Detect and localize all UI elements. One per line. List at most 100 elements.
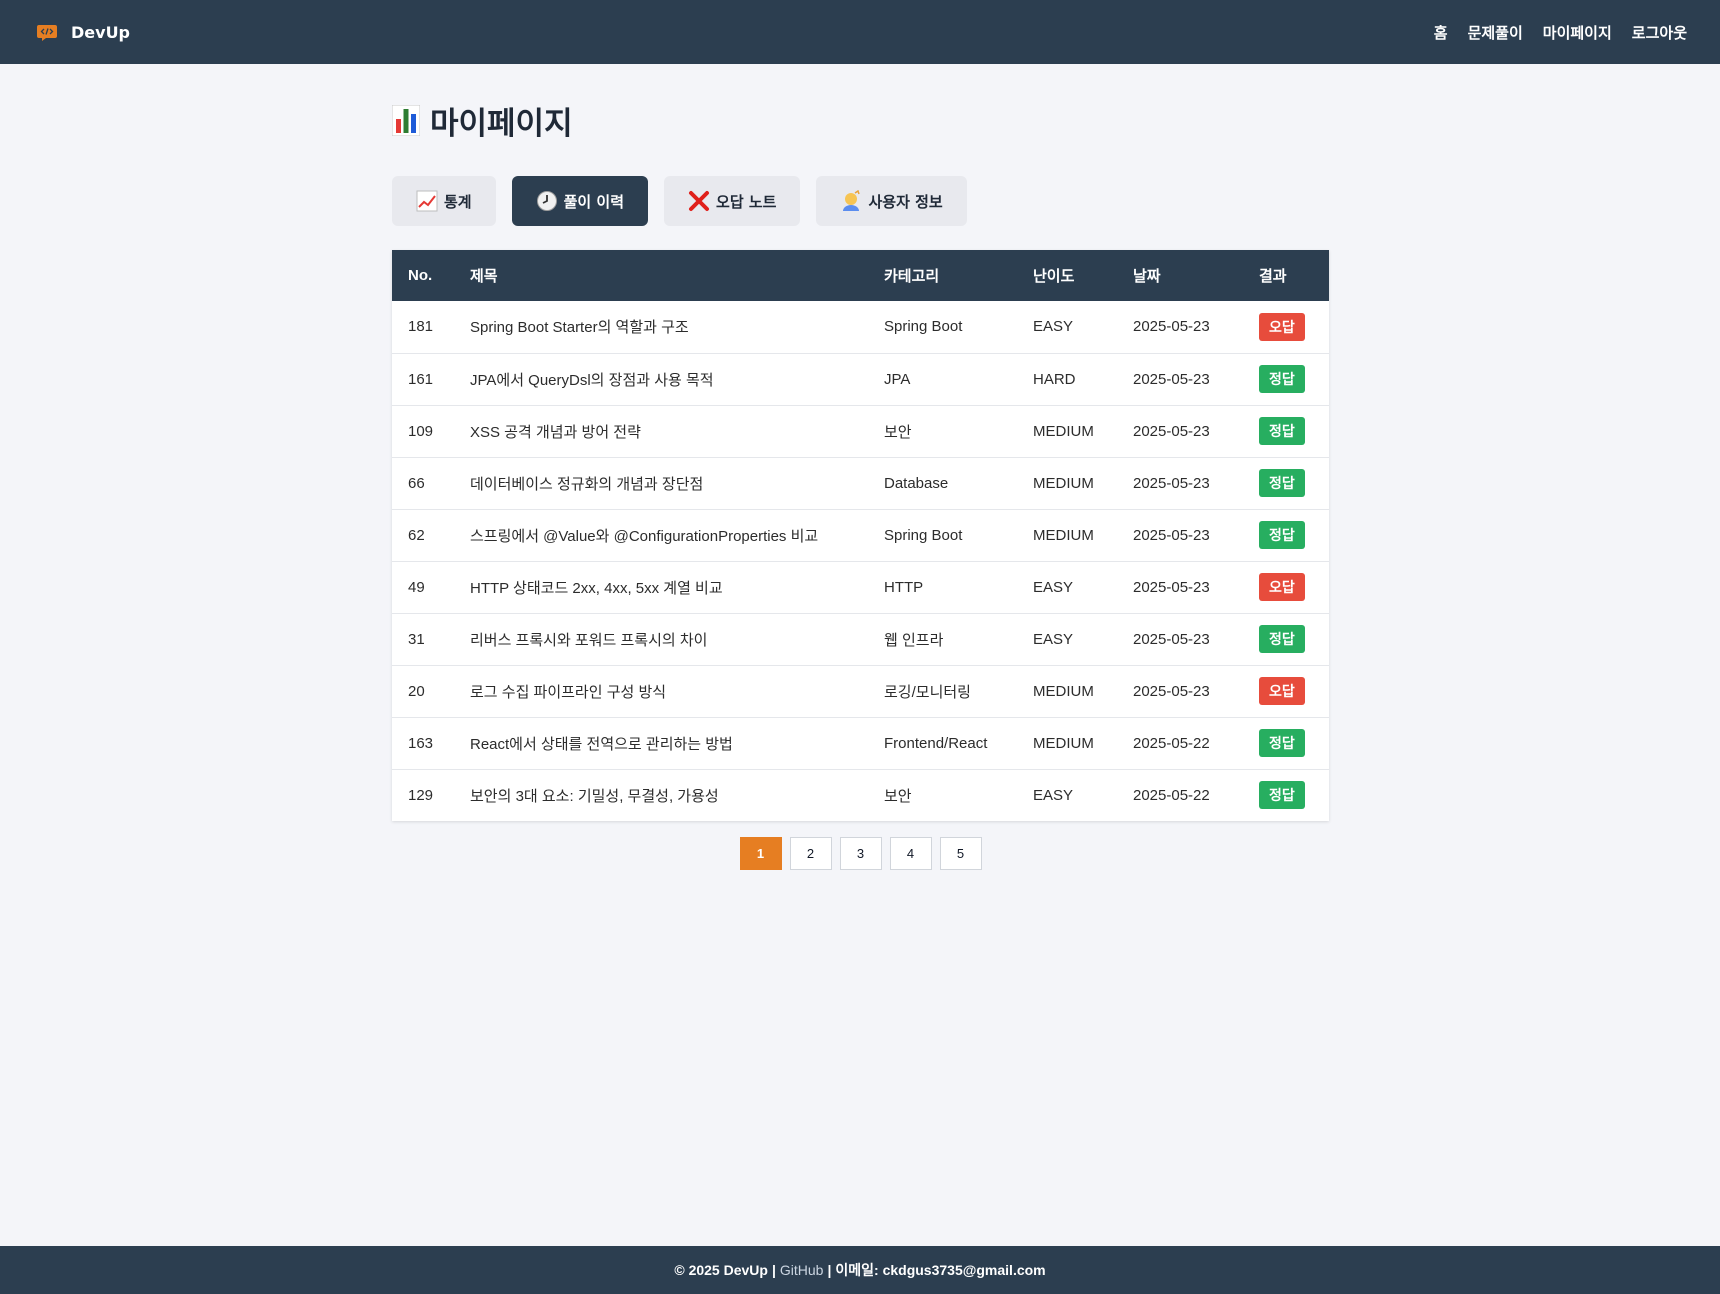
cell-no: 20: [408, 682, 425, 700]
tab-stats-label: 통계: [444, 192, 472, 211]
footer-copyright: © 2025 DevUp: [674, 1262, 768, 1278]
cell-no: 62: [408, 526, 425, 544]
page-button-4[interactable]: 4: [889, 837, 932, 870]
navbar: DevUp 홈 문제풀이 마이페이지 로그아웃: [0, 0, 1720, 64]
header-result: 결과: [1259, 268, 1287, 285]
cell-result: 오답: [1243, 665, 1329, 717]
footer-separator: |: [827, 1262, 832, 1278]
pagination: 1 2 3 4 5: [392, 837, 1329, 870]
tab-wrong-notes[interactable]: 오답 노트: [664, 176, 801, 226]
table-row[interactable]: 163 React에서 상태를 전역으로 관리하는 방법 Frontend/Re…: [392, 717, 1329, 769]
cell-difficulty: EASY: [1033, 630, 1074, 648]
cell-no: 31: [408, 630, 425, 648]
result-badge: 오답: [1259, 677, 1305, 705]
table-row[interactable]: 62 스프링에서 @Value와 @ConfigurationPropertie…: [392, 509, 1329, 561]
table-row[interactable]: 129 보안의 3대 요소: 기밀성, 무결성, 가용성 보안 EASY 202…: [392, 769, 1329, 821]
cell-result: 정답: [1243, 509, 1329, 561]
mypage-tabs: 통계 풀이 이력 오답 노트 사용자 정보: [392, 176, 1329, 226]
result-badge: 정답: [1259, 469, 1305, 497]
history-table: No. 제목 카테고리 난이도 날짜 결과 181 Spring Boot St…: [392, 250, 1329, 821]
table-row[interactable]: 66 데이터베이스 정규화의 개념과 장단점 Database MEDIUM 2…: [392, 457, 1329, 509]
table-body: 181 Spring Boot Starter의 역할과 구조 Spring B…: [392, 301, 1329, 821]
page-title: 마이페이지: [392, 98, 1329, 143]
cell-date: 2025-05-23: [1133, 318, 1210, 336]
cell-difficulty: EASY: [1033, 318, 1074, 336]
footer-separator: |: [771, 1262, 776, 1278]
cell-category: 로깅/모니터링: [884, 683, 971, 701]
brand-name: DevUp: [71, 22, 131, 42]
cell-difficulty: MEDIUM: [1033, 682, 1094, 700]
cell-no: 109: [408, 422, 434, 440]
result-badge: 오답: [1259, 312, 1305, 341]
page-title-text: 마이페이지: [430, 106, 573, 142]
trending-up-icon: [416, 190, 438, 212]
tab-user-info[interactable]: 사용자 정보: [816, 176, 967, 226]
table-row[interactable]: 20 로그 수집 파이프라인 구성 방식 로깅/모니터링 MEDIUM 2025…: [392, 665, 1329, 717]
cell-result: 오답: [1243, 301, 1329, 353]
brand-logo-link[interactable]: DevUp: [37, 22, 130, 42]
cell-category: Spring Boot: [884, 526, 963, 544]
header-difficulty: 난이도: [1033, 268, 1075, 285]
cell-title: Spring Boot Starter의 역할과 구조: [470, 319, 689, 337]
cell-difficulty: EASY: [1033, 786, 1074, 804]
tab-history[interactable]: 풀이 이력: [511, 176, 649, 226]
cell-date: 2025-05-23: [1133, 630, 1210, 648]
cell-result: 정답: [1243, 405, 1329, 457]
cell-difficulty: MEDIUM: [1033, 422, 1094, 440]
cell-difficulty: HARD: [1033, 370, 1076, 388]
table-row[interactable]: 49 HTTP 상태코드 2xx, 4xx, 5xx 계열 비교 HTTP EA…: [392, 561, 1329, 613]
table-row[interactable]: 161 JPA에서 QueryDsl의 장점과 사용 목적 JPA HARD 2…: [392, 353, 1329, 405]
cell-date: 2025-05-23: [1133, 474, 1210, 492]
footer: © 2025 DevUp | GitHub | 이메일: ckdgus3735@…: [0, 1246, 1720, 1294]
nav-link-home[interactable]: 홈: [1434, 22, 1448, 43]
nav-link-logout[interactable]: 로그아웃: [1632, 22, 1687, 43]
result-badge: 정답: [1259, 365, 1305, 393]
cell-title: 보안의 3대 요소: 기밀성, 무결성, 가용성: [470, 787, 719, 805]
cell-category: JPA: [884, 370, 911, 388]
header-no: No.: [408, 267, 433, 284]
nav-link-problems[interactable]: 문제풀이: [1468, 22, 1523, 43]
cell-date: 2025-05-22: [1133, 734, 1210, 752]
table-row[interactable]: 181 Spring Boot Starter의 역할과 구조 Spring B…: [392, 301, 1329, 353]
tab-stats[interactable]: 통계: [392, 176, 496, 226]
cell-category: 보안: [884, 787, 912, 805]
page-button-2[interactable]: 2: [789, 837, 832, 870]
nav-link-mypage[interactable]: 마이페이지: [1543, 22, 1612, 43]
cell-no: 161: [408, 370, 434, 388]
tab-wrong-notes-label: 오답 노트: [716, 192, 777, 211]
page-button-3[interactable]: 3: [839, 837, 882, 870]
page-button-1[interactable]: 1: [739, 837, 782, 870]
bar-chart-icon: [392, 105, 420, 136]
cell-title: 데이터베이스 정규화의 개념과 장단점: [470, 475, 704, 493]
cell-date: 2025-05-23: [1133, 578, 1210, 596]
cell-date: 2025-05-23: [1133, 370, 1210, 388]
cell-result: 정답: [1243, 717, 1329, 769]
cell-difficulty: MEDIUM: [1033, 734, 1094, 752]
result-badge: 오답: [1259, 573, 1305, 601]
main-content: 마이페이지 통계 풀이 이력 오답 노트 사용자 정보 No. 제목 카테고리 …: [392, 64, 1329, 870]
cell-result: 정답: [1243, 457, 1329, 509]
cell-title: HTTP 상태코드 2xx, 4xx, 5xx 계열 비교: [470, 579, 723, 597]
footer-github-link[interactable]: GitHub: [780, 1262, 824, 1278]
cell-category: Database: [884, 474, 949, 492]
table-row[interactable]: 31 리버스 프록시와 포워드 프록시의 차이 웹 인프라 EASY 2025-…: [392, 613, 1329, 665]
cell-title: 로그 수집 파이프라인 구성 방식: [470, 683, 667, 701]
cell-title: React에서 상태를 전역으로 관리하는 방법: [470, 735, 733, 753]
x-mark-icon: [689, 191, 710, 211]
cell-no: 181: [408, 318, 434, 336]
cell-title: 스프링에서 @Value와 @ConfigurationProperties 비…: [470, 527, 819, 545]
cell-title: JPA에서 QueryDsl의 장점과 사용 목적: [470, 371, 714, 389]
cell-result: 오답: [1243, 561, 1329, 613]
cell-result: 정답: [1243, 769, 1329, 821]
table-row[interactable]: 109 XSS 공격 개념과 방어 전략 보안 MEDIUM 2025-05-2…: [392, 405, 1329, 457]
cell-result: 정답: [1243, 353, 1329, 405]
cell-category: Frontend/React: [884, 734, 988, 752]
result-badge: 정답: [1259, 729, 1305, 757]
table-header: No. 제목 카테고리 난이도 날짜 결과: [392, 250, 1329, 301]
cell-title: XSS 공격 개념과 방어 전략: [470, 423, 641, 441]
cell-difficulty: EASY: [1033, 578, 1074, 596]
clock-icon: [536, 191, 557, 211]
cell-result: 정답: [1243, 613, 1329, 665]
cell-difficulty: MEDIUM: [1033, 526, 1094, 544]
page-button-5[interactable]: 5: [939, 837, 982, 870]
